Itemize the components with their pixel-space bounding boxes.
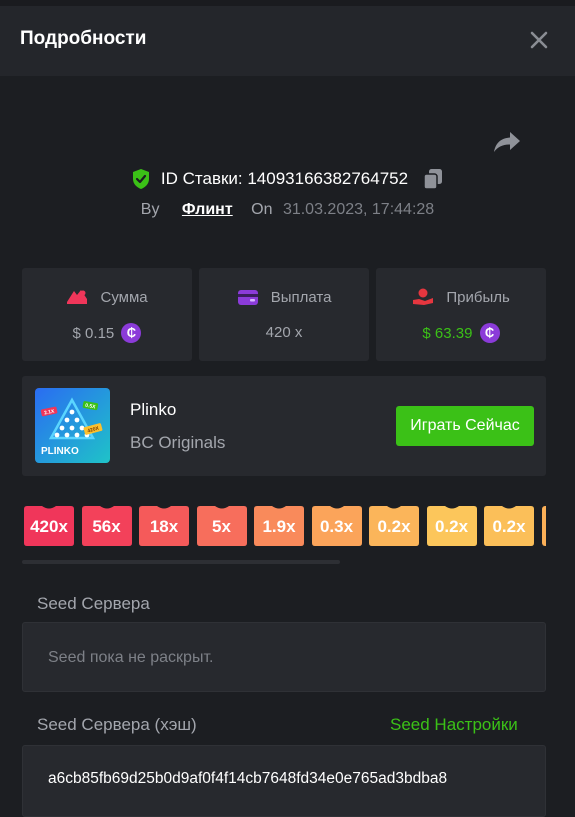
bet-stats: Сумма $ 0.15 ₵ Выплата 420 x Прибыль $ 6… xyxy=(22,268,546,361)
horizontal-scrollbar[interactable] xyxy=(22,560,340,564)
wallet-icon xyxy=(237,290,258,306)
game-name: Plinko xyxy=(130,400,177,419)
stat-payout-label: Выплата xyxy=(270,288,332,306)
server-seed-hash-label: Seed Сервера (хэш) xyxy=(37,715,197,734)
multiplier-chip: 1.9x xyxy=(254,506,304,546)
on-label: On xyxy=(251,201,273,218)
multiplier-chip-label: 0.2x xyxy=(434,517,469,536)
multiplier-chip-label: 1.9x xyxy=(262,517,296,536)
multiplier-chip: 420x xyxy=(24,506,74,546)
plinko-thumbnail-image: 2.1X 0.5X 420X PLINKO xyxy=(35,388,110,463)
server-seed-hash-box[interactable]: a6cb85fb69d25b0d9af0f4f14cb7648fd34e0e76… xyxy=(22,745,546,817)
plinko-multipliers-row: 420x 56x 18x 5x 1.9x 0.3x 0.2x 0.2x 0.2x xyxy=(24,506,546,546)
game-thumbnail[interactable]: 2.1X 0.5X 420X PLINKO xyxy=(35,388,110,463)
game-card: 2.1X 0.5X 420X PLINKO Plinko BC Original… xyxy=(22,376,546,476)
server-seed-value: Seed пока не раскрыт. xyxy=(48,649,214,666)
multiplier-chip-label: 420x xyxy=(30,517,68,536)
stat-payout-value: 420 x xyxy=(265,323,303,341)
bet-author-row: By Флинт On 31.03.2023, 17:44:28 xyxy=(0,201,575,219)
stat-payout: Выплата 420 x xyxy=(199,268,369,361)
stat-profit-label: Прибыль xyxy=(446,288,510,306)
multiplier-chip: 0.2x xyxy=(484,506,534,546)
multiplier-chip-label: 0.2x xyxy=(492,517,526,536)
amount-icon xyxy=(67,290,88,305)
multiplier-chip-partial xyxy=(541,506,546,546)
server-seed-label: Seed Сервера xyxy=(37,594,150,613)
play-now-button[interactable]: Играть Сейчас xyxy=(396,406,534,446)
multiplier-chip: 0.2x xyxy=(369,506,419,546)
stat-amount-value: $ 0.15 xyxy=(72,324,115,342)
server-seed-hash-value: a6cb85fb69d25b0d9af0f4f14cb7648fd34e0e76… xyxy=(48,770,448,787)
shield-check-icon xyxy=(133,169,150,189)
multiplier-chip: 18x xyxy=(139,506,189,546)
bet-id-row: ID Ставки: 14093166382764752 xyxy=(0,168,575,190)
stat-amount: Сумма $ 0.15 ₵ xyxy=(22,268,192,361)
multiplier-chip-label: 0.2x xyxy=(377,517,411,536)
stat-profit: Прибыль $ 63.39 ₵ xyxy=(376,268,546,361)
copy-icon[interactable] xyxy=(423,168,443,190)
multiplier-chip: 0.2x xyxy=(426,506,477,546)
game-provider: BC Originals xyxy=(130,433,226,452)
server-seed-box: Seed пока не раскрыт. xyxy=(22,622,546,692)
multiplier-chip: 0.3x xyxy=(311,506,362,546)
top-strip xyxy=(0,0,575,6)
stat-profit-value: $ 63.39 xyxy=(422,324,473,342)
bet-id-text: ID Ставки: 14093166382764752 xyxy=(160,169,409,188)
stat-amount-label: Сумма xyxy=(100,288,148,306)
modal-title: Подробности xyxy=(20,28,147,49)
multiplier-chip-label: 5x xyxy=(212,517,231,536)
multiplier-chip-label: 18x xyxy=(149,517,179,536)
thumb-title: PLINKO xyxy=(41,446,79,457)
multiplier-chip: 5x xyxy=(196,506,247,546)
multiplier-chip-label: 0.3x xyxy=(319,517,354,536)
user-link[interactable]: Флинт xyxy=(182,201,233,219)
coin-icon: ₵ xyxy=(479,323,500,343)
coin-icon: ₵ xyxy=(121,323,142,343)
multiplier-chip: 56x xyxy=(81,506,132,546)
share-icon[interactable] xyxy=(492,128,522,156)
seed-settings-link[interactable]: Seed Настройки xyxy=(390,715,518,735)
modal-header: Подробности xyxy=(0,0,575,76)
close-icon[interactable] xyxy=(527,28,551,52)
by-label: By xyxy=(140,201,160,218)
bet-date: 31.03.2023, 17:44:28 xyxy=(282,201,435,218)
profit-icon xyxy=(413,288,434,306)
multiplier-chip-label: 56x xyxy=(92,517,121,536)
